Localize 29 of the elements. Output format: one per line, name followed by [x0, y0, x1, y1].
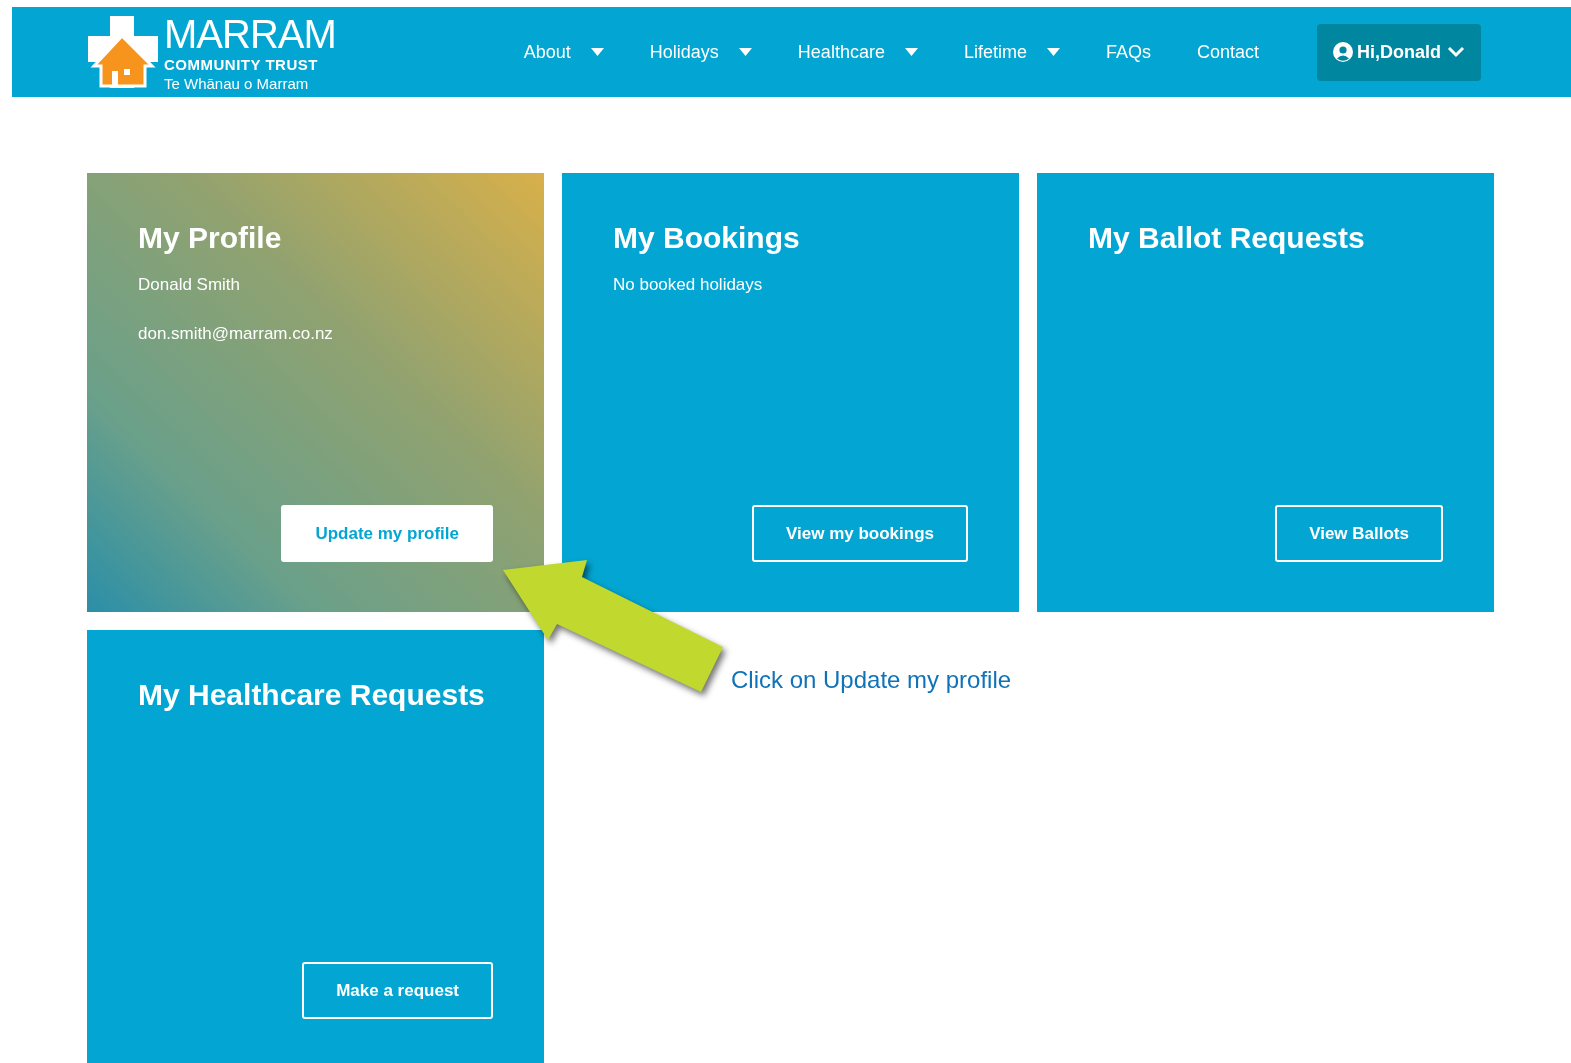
nav-link[interactable]: Contact	[1196, 38, 1259, 66]
card-action-button[interactable]: View Ballots	[1275, 505, 1443, 562]
nav-link[interactable]: Healthcare	[797, 38, 918, 66]
chevron-down-icon	[1447, 46, 1465, 58]
nav-link[interactable]: FAQs	[1105, 38, 1151, 66]
logo-icon	[88, 16, 158, 88]
nav-link[interactable]: About	[523, 38, 604, 66]
card-action-button[interactable]: Make a request	[302, 962, 493, 1019]
card-title: My Profile	[138, 220, 283, 256]
card-action-button[interactable]: View my bookings	[752, 505, 968, 562]
user-avatar-icon	[1333, 42, 1353, 62]
logo-tagline: Te Whānau o Marram	[164, 75, 310, 91]
caret-icon[interactable]	[738, 48, 752, 56]
card-title: My Healthcare Requests	[138, 677, 486, 713]
card-text: don.smith@marram.co.nz	[138, 322, 334, 345]
user-menu-button[interactable]: Hi,Donald	[1317, 23, 1481, 81]
card-text: No booked holidays	[613, 274, 764, 296]
caret-icon[interactable]	[904, 48, 918, 56]
card-title: My Bookings	[613, 220, 801, 256]
caret-icon[interactable]	[1046, 48, 1060, 56]
card-title: My Ballot Requests	[1088, 220, 1366, 256]
nav-link[interactable]: Lifetime	[963, 38, 1060, 66]
nav-link[interactable]: Holidays	[649, 38, 752, 66]
caret-icon[interactable]	[590, 48, 604, 56]
logo-wordmark: MARRAM	[164, 13, 336, 54]
card-action-button[interactable]: Update my profile	[281, 505, 493, 562]
logo-subtitle: COMMUNITY TRUST	[164, 56, 319, 72]
annotation-text: Click on Update my profile	[731, 665, 1012, 695]
card-text: Donald Smith	[138, 274, 242, 296]
